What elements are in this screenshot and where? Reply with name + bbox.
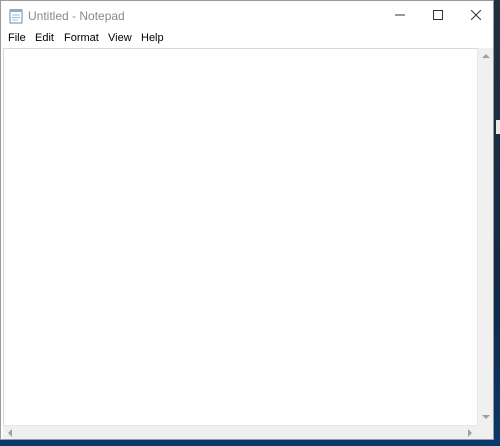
notepad-app-icon[interactable] (9, 8, 23, 24)
minimize-button[interactable] (381, 1, 419, 31)
scroll-up-icon[interactable] (482, 54, 490, 58)
menu-edit[interactable]: Edit (35, 32, 54, 44)
menu-file[interactable]: File (8, 32, 26, 44)
horizontal-scrollbar[interactable] (3, 425, 477, 439)
desktop-edge-element (496, 120, 500, 134)
menu-help[interactable]: Help (141, 32, 164, 44)
close-button[interactable] (457, 1, 495, 31)
maximize-button[interactable] (419, 1, 457, 31)
minimize-icon (395, 7, 405, 25)
scroll-right-icon[interactable] (468, 429, 472, 437)
title-bar[interactable]: Untitled - Notepad (1, 1, 493, 31)
menu-bar: File Edit Format View Help (1, 31, 493, 47)
notepad-window: Untitled - Notepad File Edit Format View… (0, 0, 494, 440)
menu-format[interactable]: Format (64, 32, 99, 44)
vertical-scrollbar[interactable] (477, 48, 493, 425)
maximize-icon (433, 7, 443, 25)
text-editor-area[interactable] (3, 48, 477, 425)
scroll-down-icon[interactable] (482, 415, 490, 419)
window-title: Untitled - Notepad (28, 9, 125, 23)
scrollbar-corner (477, 425, 493, 439)
scroll-left-icon[interactable] (8, 429, 12, 437)
menu-view[interactable]: View (108, 32, 132, 44)
close-icon (470, 7, 482, 25)
